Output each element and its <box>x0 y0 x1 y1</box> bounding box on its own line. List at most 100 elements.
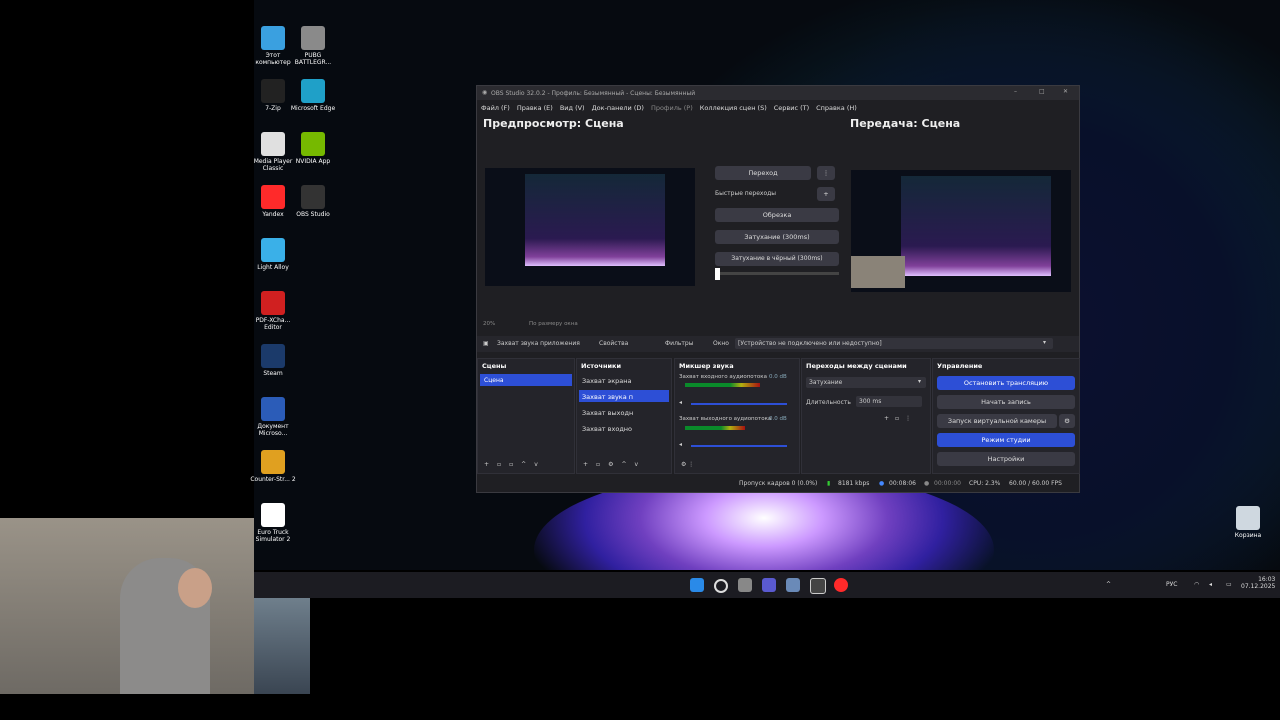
sources-toolbar[interactable]: +▫⚙^v <box>583 461 646 468</box>
clock[interactable]: 16:03 07.12.2025 <box>1241 576 1275 590</box>
desktop-icon[interactable]: PUBG BATTLEGR... <box>287 26 339 66</box>
transition-button[interactable]: Переход <box>715 166 811 180</box>
duration-label: Длительность <box>806 399 851 406</box>
properties-button[interactable]: Свойства <box>599 340 628 347</box>
settings-icon[interactable] <box>786 578 800 592</box>
add-quick-transition-icon[interactable]: + <box>817 187 835 201</box>
menu-item[interactable]: Профиль (P) <box>651 104 693 112</box>
teams-icon[interactable] <box>762 578 776 592</box>
program-title: Передача: Сцена <box>850 117 961 130</box>
menu-item[interactable]: Справка (H) <box>816 104 857 112</box>
quick-transition-3[interactable]: Затухание в чёрный (300ms) <box>715 252 839 266</box>
program-webcam <box>851 256 905 288</box>
menu-item[interactable]: Коллекция сцен (S) <box>700 104 767 112</box>
scene-item[interactable]: Сцена <box>480 374 572 386</box>
controls-dock: Управление Остановить трансляцию Начать … <box>932 358 1080 474</box>
desktop-icon[interactable]: Microsoft Edge <box>287 79 339 112</box>
sources-title: Источники <box>581 362 621 370</box>
status-bar: Пропуск кадров 0 (0.0%) ▮ 8181 kbps ● 00… <box>477 476 1079 490</box>
mixer-channel-1-fader[interactable] <box>691 403 787 405</box>
mixer-dock: Микшер звука Захват входного аудиопотока… <box>674 358 800 474</box>
studio-mode-button[interactable]: Режим студии <box>937 433 1075 447</box>
desktop-icon-label: OBS Studio <box>296 211 330 218</box>
desktop-icon-label: Документ Microso... <box>257 423 289 437</box>
zoom-level[interactable]: 20% <box>483 321 495 327</box>
settings-button[interactable]: Настройки <box>937 452 1075 466</box>
lang-indicator[interactable]: РУС <box>1166 581 1177 588</box>
source-item[interactable]: Захват входно <box>582 425 632 433</box>
obs-titlebar[interactable]: ◉ OBS Studio 32.0.2 - Профиль: Безымянны… <box>477 86 1079 100</box>
scenes-toolbar[interactable]: +▫▫^v <box>484 461 546 468</box>
transitions-toolbar[interactable]: +▫⋮ <box>884 415 917 422</box>
menu-item[interactable]: Файл (F) <box>481 104 510 112</box>
battery-icon[interactable]: ▭ <box>1226 581 1232 588</box>
quick-transition-2[interactable]: Затухание (300ms) <box>715 230 839 244</box>
obs-taskbar-icon[interactable] <box>810 578 826 594</box>
webcam-overlay <box>0 518 254 694</box>
fit-mode[interactable]: По размеру окна <box>529 321 578 327</box>
transitions-title: Переходы между сценами <box>806 362 907 370</box>
quick-transition-1[interactable]: Обрезка <box>715 208 839 222</box>
search-icon[interactable] <box>714 579 728 593</box>
obs-title: OBS Studio 32.0.2 - Профиль: Безымянный … <box>491 90 696 97</box>
start-virtual-camera-button[interactable]: Запуск виртуальной камеры <box>937 414 1057 428</box>
desktop-icon[interactable]: Документ Microso... <box>247 397 299 437</box>
transition-select[interactable]: Затухание ▾ <box>806 377 926 388</box>
recycle-bin-label: Корзина <box>1234 532 1262 539</box>
yandex-icon <box>261 185 285 209</box>
source-toolbar: ▣ Захват звука приложения Свойства Фильт… <box>477 336 1079 352</box>
start-recording-button[interactable]: Начать запись <box>937 395 1075 409</box>
mixer-channel-2-fader[interactable] <box>691 445 787 447</box>
mixer-channel-1-volume-icon[interactable]: ◂ <box>679 399 682 406</box>
desktop-icon[interactable]: Steam <box>247 344 299 377</box>
source-item[interactable]: Захват звука п <box>582 393 633 401</box>
transition-menu-icon[interactable]: ⋮ <box>817 166 835 180</box>
obs-menubar: Файл (F) Правка (E) Вид (V) Док-панели (D) П… <box>477 101 1079 113</box>
mixer-channel-2-db: 0.0 dB <box>769 416 787 422</box>
window-label: Окно <box>713 340 729 347</box>
transitions-dock: Переходы между сценами Затухание ▾ Длите… <box>801 358 931 474</box>
volume-icon[interactable]: ◂ <box>1209 581 1212 588</box>
stop-streaming-button[interactable]: Остановить трансляцию <box>937 376 1075 390</box>
desktop-icon[interactable]: Light Alloy <box>247 238 299 271</box>
menu-item[interactable]: Вид (V) <box>560 104 585 112</box>
menu-item[interactable]: Док-панели (D) <box>592 104 644 112</box>
desktop-icon-label: Light Alloy <box>257 264 289 271</box>
scenes-dock: Сцены Сцена +▫▫^v <box>477 358 575 474</box>
mixer-toolbar[interactable]: ⚙ ⋮ <box>681 461 694 468</box>
tbar-slider[interactable] <box>715 272 839 275</box>
preview-canvas[interactable] <box>485 168 695 286</box>
mixer-channel-2-volume-icon[interactable]: ◂ <box>679 441 682 448</box>
virtual-camera-settings-icon[interactable]: ⚙ <box>1059 414 1075 428</box>
desktop-icon[interactable]: Euro Truck Simulator 2 <box>247 503 299 543</box>
yandex-taskbar-icon[interactable] <box>834 578 848 592</box>
duration-input[interactable]: 300 ms <box>856 396 922 407</box>
source-item[interactable]: Захват экрана <box>582 377 632 385</box>
recycle-bin[interactable]: Корзина <box>1222 506 1274 539</box>
menu-item[interactable]: Правка (E) <box>517 104 553 112</box>
cpu-usage: CPU: 2.3% <box>969 480 1001 487</box>
clock-date: 07.12.2025 <box>1241 583 1276 590</box>
desktop-icon-label: Microsoft Edge <box>290 105 336 112</box>
mixer-title: Микшер звука <box>679 362 734 370</box>
recycle-bin-icon <box>1236 506 1260 530</box>
filters-button[interactable]: Фильтры <box>665 340 693 347</box>
minimize-icon[interactable]: – <box>1014 88 1017 95</box>
desktop-icon[interactable]: OBS Studio <box>287 185 339 218</box>
controls-title: Управление <box>937 362 983 370</box>
desktop-icon-label: NVIDIA App <box>295 158 331 165</box>
start-icon[interactable] <box>690 578 704 592</box>
desktop-icon[interactable]: Counter-Str... 2 <box>247 450 299 483</box>
close-icon[interactable]: ✕ <box>1063 88 1068 95</box>
chevron-up-icon[interactable]: ^ <box>1106 581 1111 588</box>
task-view-icon[interactable] <box>738 578 752 592</box>
tbar-handle[interactable] <box>715 268 720 280</box>
desktop-icon[interactable]: NVIDIA App <box>287 132 339 165</box>
wifi-icon[interactable]: ◠ <box>1194 581 1199 588</box>
source-item[interactable]: Захват выходн <box>582 409 633 417</box>
window-select[interactable]: [Устройство не подключено или недоступно… <box>735 338 1053 349</box>
menu-item[interactable]: Сервис (T) <box>774 104 809 112</box>
clock-time: 16:03 <box>1258 576 1276 583</box>
maximize-icon[interactable]: □ <box>1039 88 1045 95</box>
desktop-icon[interactable]: PDF-XCha... Editor <box>247 291 299 331</box>
